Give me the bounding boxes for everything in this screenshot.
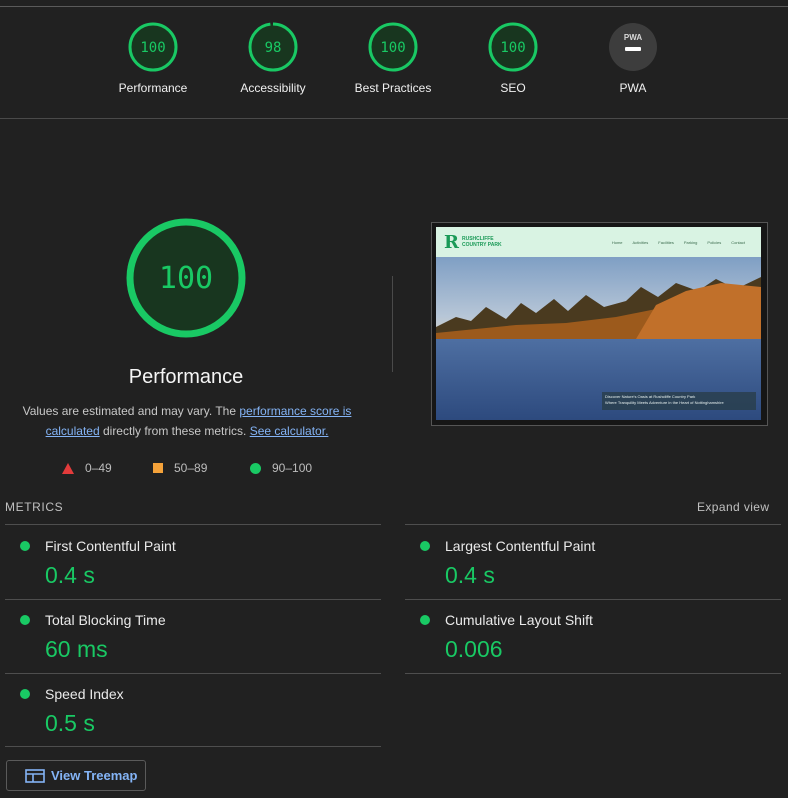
final-screenshot[interactable]: R RUSHCLIFFE COUNTRY PARK Home Activitie… xyxy=(431,222,768,426)
green-circle-icon xyxy=(20,615,30,625)
screenshot-content: R RUSHCLIFFE COUNTRY PARK Home Activitie… xyxy=(436,227,761,420)
legend-fail: 0–49 xyxy=(62,461,112,475)
caption-line: Where Tranquility Meets Adventure in the… xyxy=(605,400,724,405)
pwa-dash-icon: PWA xyxy=(609,23,657,71)
metric-divider xyxy=(5,524,381,525)
site-nav: Home Activities Facilities Parking Polic… xyxy=(612,240,745,245)
orange-square-icon xyxy=(153,463,163,473)
gauge-score: 100 xyxy=(140,40,165,56)
site-nav-item: Policies xyxy=(707,239,722,245)
legend-average: 50–89 xyxy=(153,461,207,475)
view-treemap-label: View Treemap xyxy=(51,768,138,783)
performance-description: Values are estimated and may vary. The p… xyxy=(14,401,360,441)
site-caption: Discover Nature's Oasis at Rushcliffe Co… xyxy=(602,392,756,410)
metric-name: First Contentful Paint xyxy=(45,538,176,554)
score-ring: 100 xyxy=(128,22,178,72)
gauge-label: Best Practices xyxy=(354,81,432,95)
metric-value: 0.5 s xyxy=(45,710,95,736)
legend-fail-label: 0–49 xyxy=(85,461,112,475)
green-circle-icon xyxy=(20,541,30,551)
green-circle-icon xyxy=(250,462,261,474)
site-nav-item: Home xyxy=(611,239,623,245)
gauge-label: PWA xyxy=(619,81,647,95)
score-ring: 98 xyxy=(248,22,298,72)
legend-pass: 90–100 xyxy=(250,461,312,475)
site-nav-item: Parking xyxy=(683,239,698,245)
legend-average-label: 50–89 xyxy=(174,461,208,475)
green-circle-icon xyxy=(20,689,30,699)
treemap-icon xyxy=(25,768,45,783)
gauge-best-practices[interactable]: 100 Best Practices xyxy=(333,22,453,95)
metric-divider xyxy=(5,599,381,600)
desc-text: directly from these metrics. xyxy=(99,424,250,438)
site-logo: R xyxy=(444,231,459,253)
desc-text: Values are estimated and may vary. The xyxy=(22,404,240,418)
performance-gauge: 100 xyxy=(126,218,246,338)
gauge-label: SEO xyxy=(500,81,526,95)
metric-name: Largest Contentful Paint xyxy=(445,538,596,554)
metric-divider xyxy=(5,746,381,747)
metrics-heading: METRICS xyxy=(5,500,64,514)
metric-divider xyxy=(405,673,781,674)
site-nav-item: Facilities xyxy=(658,239,674,245)
metric-name: Cumulative Layout Shift xyxy=(445,612,593,628)
gauge-seo[interactable]: 100 SEO xyxy=(453,22,573,95)
category-gauges: 100 Performance 98 Accessibility 100 Bes… xyxy=(0,0,788,119)
see-calculator-link[interactable]: See calculator. xyxy=(250,424,329,438)
gauge-score: 100 xyxy=(500,40,525,56)
gauge-score: 100 xyxy=(380,40,405,56)
legend-pass-label: 90–100 xyxy=(272,461,313,475)
score-ring: 100 xyxy=(368,22,418,72)
metric-name: Total Blocking Time xyxy=(45,612,166,628)
metric-divider xyxy=(5,673,381,674)
score-ring: 100 xyxy=(488,22,538,72)
site-nav-item: Activities xyxy=(632,239,649,245)
score-ring: 100 xyxy=(126,218,246,338)
metric-name: Speed Index xyxy=(45,686,124,702)
metric-value: 0.006 xyxy=(445,636,503,662)
performance-title: Performance xyxy=(128,366,244,388)
metric-divider xyxy=(405,599,781,600)
green-circle-icon xyxy=(420,615,430,625)
gauge-performance[interactable]: 100 Performance xyxy=(93,22,213,95)
pwa-badge-text: PWA xyxy=(624,33,642,42)
gauge-accessibility[interactable]: 98 Accessibility xyxy=(213,22,333,95)
site-header: R RUSHCLIFFE COUNTRY PARK Home Activitie… xyxy=(436,227,761,257)
gauge-score: 98 xyxy=(265,40,282,56)
vertical-divider xyxy=(392,276,393,372)
gauge-label: Accessibility xyxy=(240,81,306,95)
metric-value: 0.4 s xyxy=(445,562,495,588)
gauge-pwa[interactable]: PWA PWA xyxy=(573,22,693,95)
gauge-label: Performance xyxy=(118,81,188,95)
red-triangle-icon xyxy=(62,462,74,474)
green-circle-icon xyxy=(420,541,430,551)
expand-view-toggle[interactable]: Expand view xyxy=(697,500,769,514)
performance-score: 100 xyxy=(159,261,213,296)
site-nav-item: Contact xyxy=(731,239,745,245)
metric-value: 0.4 s xyxy=(45,562,95,588)
metric-divider xyxy=(405,524,781,525)
view-treemap-button[interactable]: View Treemap xyxy=(6,760,146,791)
site-name: RUSHCLIFFE COUNTRY PARK xyxy=(461,236,502,248)
metric-value: 60 ms xyxy=(45,636,108,662)
